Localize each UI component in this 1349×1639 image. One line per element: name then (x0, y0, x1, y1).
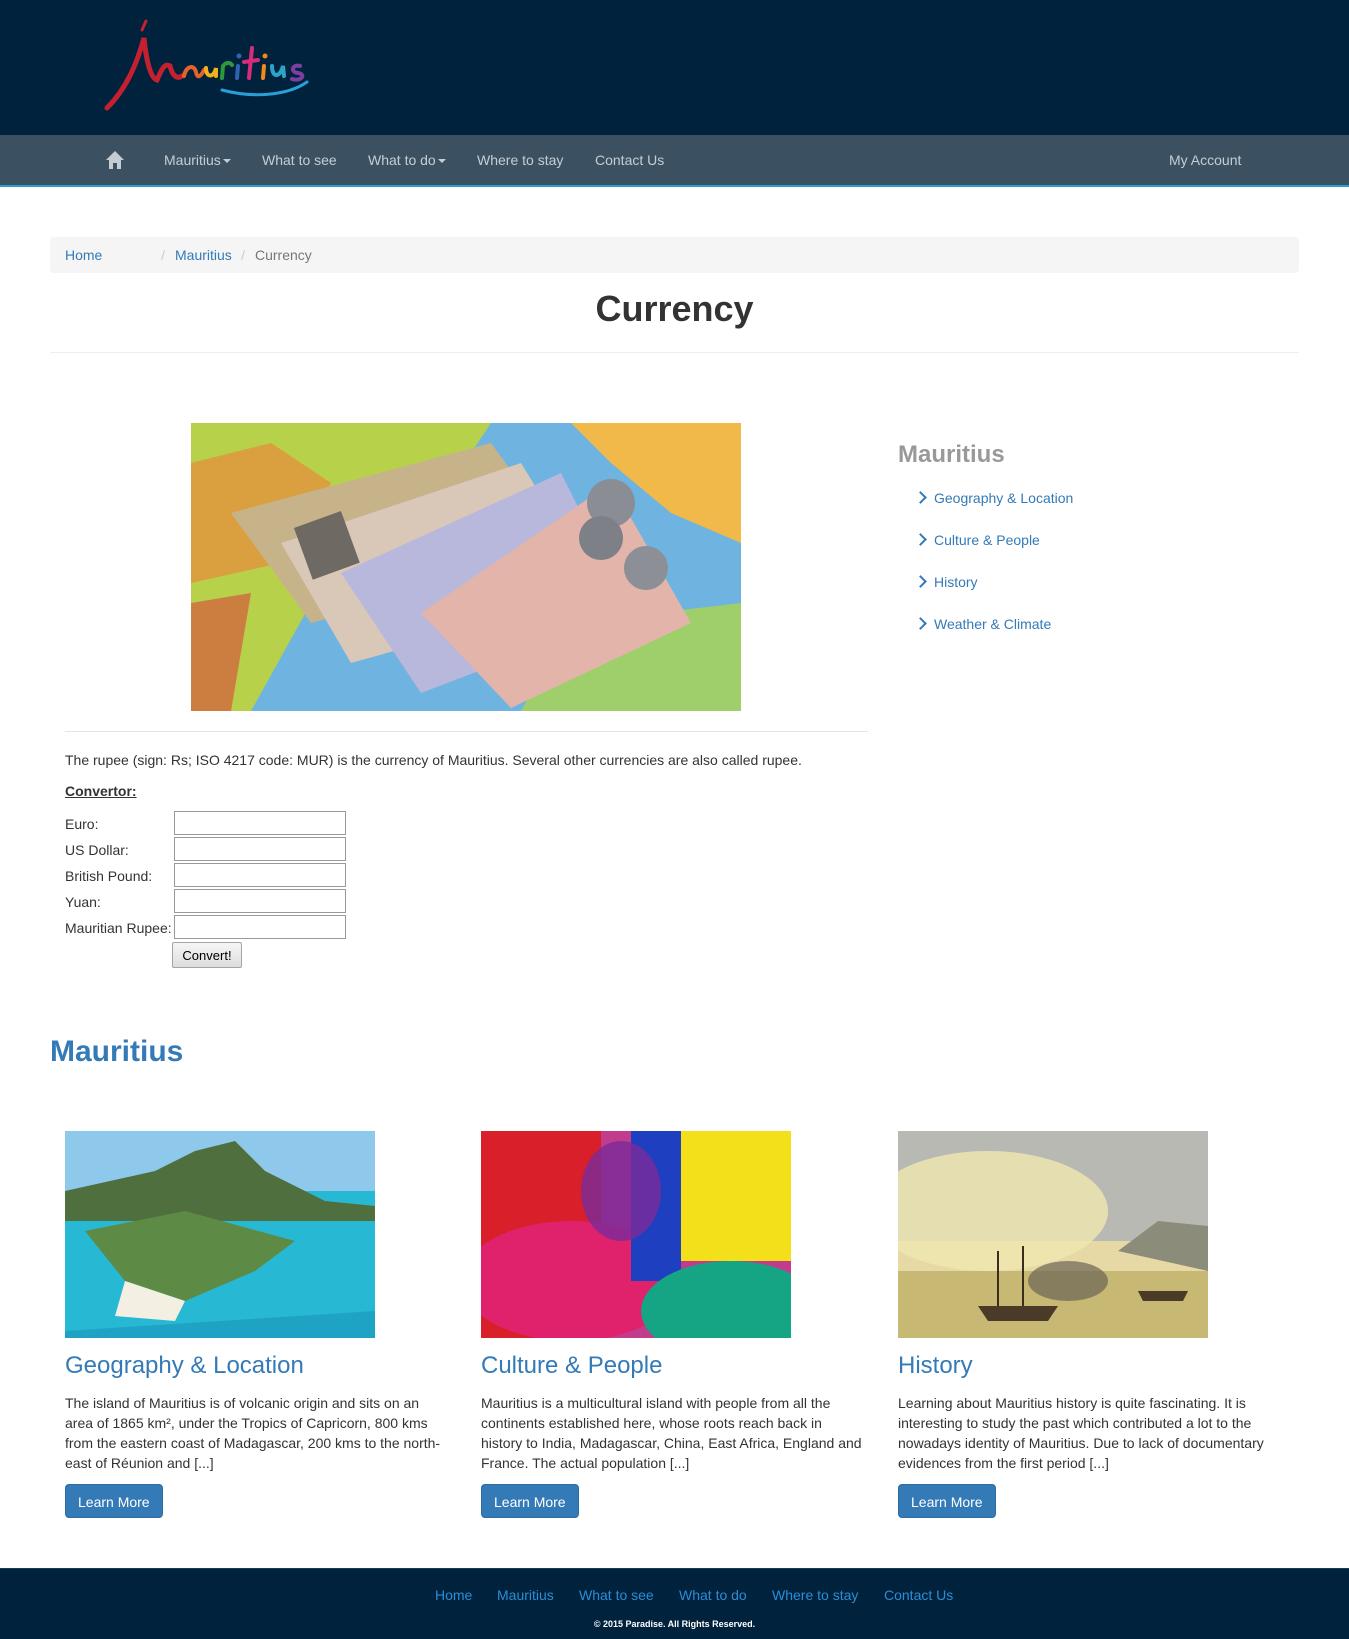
sidebar-link-geography[interactable]: Geography & Location (914, 490, 1074, 506)
sidebar-link-weather[interactable]: Weather & Climate (914, 616, 1052, 632)
chevron-right-icon (914, 617, 927, 630)
chevron-right-icon (914, 491, 927, 504)
us-dollar-input[interactable] (174, 837, 346, 861)
currency-description: The rupee (sign: Rs; ISO 4217 code: MUR)… (65, 752, 802, 768)
history-card-title[interactable]: History (898, 1352, 973, 1380)
mauritian-rupee-label: Mauritian Rupee: (65, 920, 172, 936)
nav-item-what-to-do[interactable]: What to do (368, 135, 446, 185)
nav-label: What to see (262, 152, 337, 168)
copyright-text: © 2015 Paradise. All Rights Reserved. (593, 1619, 756, 1629)
culture-learn-more-button[interactable]: Learn More (481, 1484, 579, 1518)
breadcrumb: Home / Mauritius / Currency (50, 237, 1299, 273)
caret-down-icon (437, 159, 446, 164)
nav-label: Mauritius (164, 152, 221, 168)
breadcrumb-separator: / (241, 247, 245, 263)
nav-item-what-to-see[interactable]: What to see (262, 135, 337, 185)
site-footer: Home Mauritius What to see What to do Wh… (0, 1568, 1349, 1639)
sidebar-link-label: Weather & Climate (934, 616, 1052, 632)
nav-item-contact-us[interactable]: Contact Us (595, 135, 664, 185)
home-icon[interactable] (105, 150, 125, 170)
sidebar-link-label: Culture & People (934, 532, 1040, 548)
chevron-right-icon (914, 533, 927, 546)
convertor-title: Convertor: (65, 783, 137, 799)
sidebar-link-label: Geography & Location (934, 490, 1074, 506)
breadcrumb-home[interactable]: Home (65, 247, 102, 263)
footer-link-contact-us[interactable]: Contact Us (884, 1587, 953, 1603)
geography-card-title[interactable]: Geography & Location (65, 1352, 304, 1380)
sidebar-title: Mauritius (898, 441, 1005, 468)
culture-card-title[interactable]: Culture & People (481, 1352, 662, 1380)
chevron-right-icon (914, 575, 927, 588)
british-pound-label: British Pound: (65, 868, 153, 884)
sidebar-link-label: History (934, 574, 978, 590)
nav-label: What to do (368, 152, 436, 168)
nav-label: My Account (1169, 152, 1242, 168)
breadcrumb-current: Currency (255, 247, 312, 263)
nav-item-my-account[interactable]: My Account (1169, 135, 1241, 185)
page-title: Currency (595, 288, 754, 329)
divider (65, 731, 868, 732)
history-card-text: Learning about Mauritius history is quit… (898, 1395, 1264, 1471)
sidebar-link-history[interactable]: History (914, 574, 978, 590)
footer-link-what-to-see[interactable]: What to see (579, 1587, 654, 1603)
sidebar-link-culture[interactable]: Culture & People (914, 532, 1040, 548)
nav-label: Where to stay (477, 152, 564, 168)
footer-link-mauritius[interactable]: Mauritius (497, 1587, 554, 1603)
section-title: Mauritius (50, 1035, 184, 1068)
footer-link-where-to-stay[interactable]: Where to stay (772, 1587, 858, 1603)
culture-card-image[interactable] (481, 1131, 791, 1338)
culture-card-text: Mauritius is a multicultural island with… (481, 1395, 862, 1471)
convert-button[interactable]: Convert! (172, 942, 242, 968)
geography-card-image[interactable] (65, 1131, 375, 1338)
mauritius-logo[interactable] (102, 18, 327, 118)
euro-label: Euro: (65, 816, 99, 832)
mauritian-rupee-input[interactable] (174, 915, 346, 939)
site-header (0, 0, 1349, 135)
yuan-input[interactable] (174, 889, 346, 913)
british-pound-input[interactable] (174, 863, 346, 887)
footer-link-what-to-do[interactable]: What to do (679, 1587, 747, 1603)
euro-input[interactable] (174, 811, 346, 835)
footer-link-home[interactable]: Home (435, 1587, 472, 1603)
caret-down-icon (222, 159, 231, 164)
geography-learn-more-button[interactable]: Learn More (65, 1484, 163, 1518)
main-navbar: Mauritius What to see What to do Where t… (0, 135, 1349, 187)
nav-item-mauritius[interactable]: Mauritius (164, 135, 231, 185)
breadcrumb-mauritius[interactable]: Mauritius (175, 247, 232, 263)
history-card-image[interactable] (898, 1131, 1208, 1338)
divider (50, 352, 1299, 353)
yuan-label: Yuan: (65, 894, 101, 910)
nav-item-where-to-stay[interactable]: Where to stay (477, 135, 563, 185)
breadcrumb-separator: / (161, 247, 165, 263)
history-learn-more-button[interactable]: Learn More (898, 1484, 996, 1518)
currency-banknotes-image (191, 423, 741, 711)
geography-card-text: The island of Mauritius is of volcanic o… (65, 1395, 441, 1471)
nav-label: Contact Us (595, 152, 665, 168)
us-dollar-label: US Dollar: (65, 842, 129, 858)
